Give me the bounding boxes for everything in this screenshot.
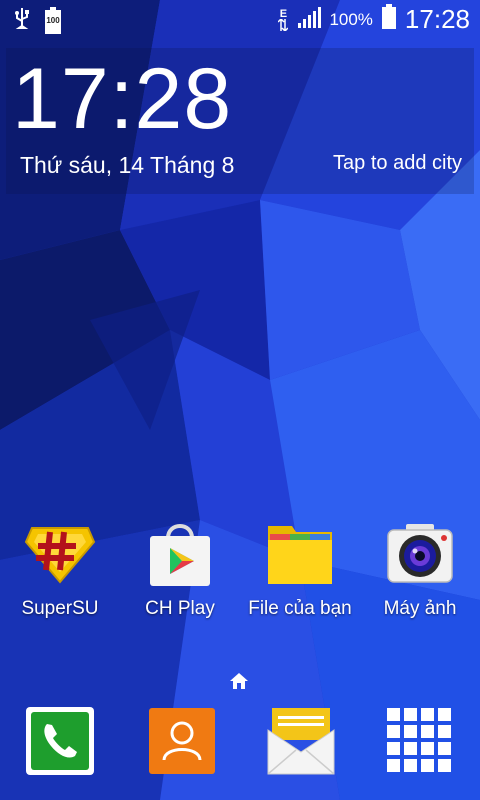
- clock-date: Thứ sáu, 14 Tháng 8: [20, 152, 235, 178]
- folder-icon: [268, 526, 332, 584]
- app-label: File của bạn: [248, 598, 352, 619]
- status-bar-time: 17:28: [404, 4, 470, 34]
- network-type-label: E: [279, 7, 288, 20]
- play-store-icon: [150, 524, 210, 586]
- grid-cell: [438, 742, 451, 755]
- app-label: SuperSU: [21, 598, 99, 619]
- grid-cell: [438, 725, 451, 738]
- dock: [0, 700, 480, 790]
- app-supersu[interactable]: SuperSU: [0, 518, 120, 620]
- app-camera[interactable]: Máy ảnh: [360, 518, 480, 620]
- app-ch-play[interactable]: CH Play: [120, 518, 240, 620]
- battery-icon: [381, 4, 397, 35]
- messages-icon[interactable]: [266, 706, 336, 776]
- grid-cell: [404, 742, 417, 755]
- supersu-icon: [24, 527, 96, 584]
- clock-time[interactable]: 17:28: [12, 56, 232, 142]
- grid-cell: [387, 759, 400, 772]
- add-city-link[interactable]: Tap to add city: [333, 152, 462, 175]
- network-type-icon: E: [277, 7, 289, 31]
- app-shortcuts-row: SuperSU CH Play File của bạn Máy ảnh: [0, 518, 480, 628]
- grid-cell: [421, 708, 434, 721]
- grid-cell: [438, 708, 451, 721]
- grid-cell: [404, 725, 417, 738]
- grid-cell: [387, 742, 400, 755]
- app-grid-icon[interactable]: [385, 706, 455, 776]
- grid-cell: [421, 742, 434, 755]
- grid-cell: [404, 708, 417, 721]
- grid-cell: [438, 759, 451, 772]
- home-icon: [230, 673, 248, 689]
- app-my-files[interactable]: File của bạn: [240, 518, 360, 620]
- battery-notice-text: 100: [46, 15, 60, 25]
- battery-percent: 100%: [329, 9, 373, 29]
- battery-100-notification-icon: 100: [44, 6, 62, 35]
- grid-cell: [404, 759, 417, 772]
- grid-cell: [421, 759, 434, 772]
- contacts-icon[interactable]: [147, 706, 217, 776]
- camera-icon: [387, 524, 453, 583]
- status-bar: 100 E 100% 17:28: [0, 0, 480, 36]
- grid-cell: [387, 708, 400, 721]
- usb-icon: [14, 6, 30, 35]
- signal-icon: [297, 5, 322, 34]
- app-label: Máy ảnh: [383, 598, 457, 619]
- grid-cell: [387, 725, 400, 738]
- phone-icon[interactable]: [25, 706, 95, 776]
- grid-cell: [421, 725, 434, 738]
- app-label: CH Play: [145, 598, 215, 619]
- clock-weather-widget[interactable]: 17:28 Thứ sáu, 14 Tháng 8 Tap to add cit…: [6, 48, 474, 194]
